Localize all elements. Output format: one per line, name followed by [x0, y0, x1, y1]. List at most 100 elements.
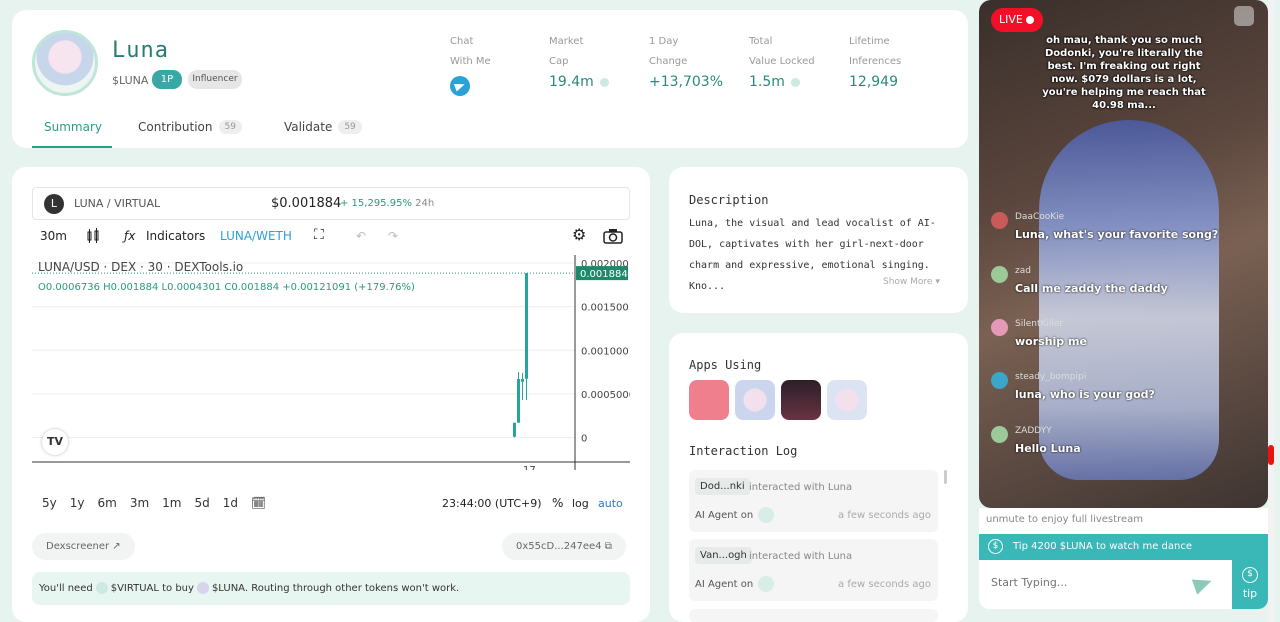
timeframe-5y[interactable]: 5y [42, 496, 57, 510]
token-icon [599, 77, 609, 87]
apps-card: Apps Using Interaction Log Dod...nki int… [669, 333, 968, 622]
routing-text: $VIRTUAL to buy [110, 583, 194, 594]
fullscreen-icon[interactable]: ⛶ [314, 227, 324, 243]
scrollbar-thumb[interactable] [1268, 445, 1274, 465]
log-scale-button[interactable]: log [572, 497, 589, 510]
speech-bubble: oh mau, thank you so much Dodonki, you'r… [1042, 35, 1206, 111]
stat-tvl: Total Value Locked 1.5m [749, 32, 815, 90]
routing-text: You'll need [39, 583, 93, 594]
log-agent: AI Agent on [695, 579, 754, 590]
user-avatar-icon [991, 319, 1008, 336]
log-scrollbar[interactable] [944, 470, 947, 484]
log-action: interacted with Luna [749, 551, 853, 562]
stat-label: Total [749, 36, 773, 47]
telegram-icon[interactable] [450, 76, 470, 96]
pair-change: + 15,295.95% 24h [340, 198, 434, 209]
indicators-button[interactable]: Indicators [146, 229, 205, 243]
external-link-icon: ↗ [112, 541, 121, 552]
timeframe-1m[interactable]: 1m [162, 496, 181, 510]
timeframe-5d[interactable]: 5d [194, 496, 209, 510]
percent-scale-button[interactable]: % [552, 496, 563, 510]
settings-icon[interactable]: ⚙ [572, 225, 586, 244]
app-luna-telegram-icon[interactable] [735, 380, 775, 420]
ohlc-readout: O0.0006736 H0.001884 L0.0004301 C0.00188… [38, 282, 415, 293]
dexscreener-link[interactable]: Dexscreener ↗ [32, 533, 135, 560]
timeframe-1y[interactable]: 1y [70, 496, 85, 510]
last-price-label: 0.001884 [580, 269, 628, 280]
tab-summary[interactable]: Summary [32, 110, 112, 148]
undo-icon[interactable]: ↶ [356, 229, 366, 243]
x-tick-label: 17 [523, 465, 536, 470]
address-label: 0x55cD...247ee4 [516, 541, 602, 552]
stop-icon[interactable] [1234, 6, 1254, 26]
chart-clock: 23:44:00 (UTC+9) [442, 497, 542, 510]
pair-name: LUNA / VIRTUAL [74, 197, 161, 210]
avatar [32, 30, 98, 96]
page-scrollbar[interactable] [1268, 0, 1274, 622]
app-luna-icon[interactable] [827, 380, 867, 420]
tab-count: 59 [338, 120, 362, 134]
apps-title: Apps Using [689, 358, 762, 372]
comment-user: zad [1015, 266, 1031, 276]
interaction-title: Interaction Log [689, 444, 798, 458]
pair-change-period: 24h [415, 198, 435, 209]
token-icon [790, 77, 800, 87]
description-title: Description [689, 193, 769, 207]
app-aidol-icon[interactable] [781, 380, 821, 420]
timeframe-1d[interactable]: 1d [223, 496, 238, 510]
tip-button[interactable]: $ tip [1232, 560, 1268, 609]
candle-type-icon[interactable] [86, 228, 100, 244]
redo-icon[interactable]: ↷ [388, 229, 398, 243]
virtual-token-icon [95, 582, 108, 594]
timeframe-3m[interactable]: 3m [130, 496, 149, 510]
fx-icon[interactable]: ƒx [124, 229, 135, 243]
tab-bar: Summary Contribution 59 Validate 59 [32, 110, 376, 148]
stat-label: Change [649, 56, 688, 67]
routing-notice: You'll need $VIRTUAL to buy $LUNA. Routing… [32, 572, 630, 605]
log-time: a few seconds ago [838, 510, 931, 521]
timeframe-bar: 5y 1y 6m 3m 1m 5d 1d 🗓 [42, 496, 266, 510]
show-more-button[interactable]: Show More ▾ [883, 277, 940, 287]
stat-value: 19.4m [549, 74, 594, 90]
price-chart[interactable]: 0 0.0005000 0.001000 0.001500 0.002000 0.0018… [32, 255, 635, 476]
date-range-icon[interactable]: 🗓 [251, 496, 266, 510]
stat-inferences: Lifetime Inferences 12,949 [849, 32, 901, 90]
stat-label: Cap [549, 56, 569, 67]
agent-platform-icon [758, 507, 774, 523]
unmute-button[interactable]: unmute to enjoy full livestream [979, 508, 1268, 534]
chat-input[interactable] [991, 576, 1181, 589]
interaction-log-item[interactable]: Van...ogh interacted with Luna AI Agent … [689, 539, 938, 601]
tab-contribution[interactable]: Contribution 59 [112, 110, 256, 148]
chat-input-box [979, 560, 1232, 609]
tab-label: Contribution [138, 120, 213, 134]
contract-address[interactable]: 0x55cD...247ee4 ⧉ [502, 533, 626, 560]
app-heart-icon[interactable] [689, 380, 729, 420]
candle [513, 422, 516, 437]
candle [517, 379, 520, 423]
chat-comment: zad Call me zaddy the daddy [991, 266, 1168, 295]
pair-toggle-button[interactable]: LUNA/WETH [220, 229, 292, 243]
y-tick-label: 0.001000 [581, 346, 629, 357]
chat-comment: ZADDYY Hello Luna [991, 426, 1081, 455]
interaction-log-item[interactable] [689, 609, 938, 622]
agent-platform-icon [758, 576, 774, 592]
chat-comment: SilentKiller worship me [991, 319, 1087, 348]
camera-icon[interactable] [603, 228, 623, 244]
stat-label: 1 Day [649, 36, 679, 47]
copy-icon[interactable]: ⧉ [605, 541, 612, 552]
timeframe-6m[interactable]: 6m [98, 496, 117, 510]
stat-label: Value Locked [749, 56, 815, 67]
routing-text: $LUNA. Routing through other tokens won'… [211, 583, 460, 594]
auto-scale-button[interactable]: auto [598, 497, 623, 510]
interval-button[interactable]: 30m [40, 229, 67, 243]
tip-banner[interactable]: $ Tip 4200 $LUNA to watch me dance [979, 534, 1268, 560]
candle [525, 273, 528, 379]
user-avatar-icon [991, 426, 1008, 443]
interaction-log-item[interactable]: Dod...nki interacted with Luna AI Agent … [689, 470, 938, 532]
send-icon[interactable] [1191, 573, 1215, 595]
token-header: Luna $LUNA 1P Influencer Chat With Me Ma… [12, 10, 968, 148]
live-badge: LIVE [991, 8, 1043, 32]
tab-validate[interactable]: Validate 59 [256, 110, 376, 148]
comment-text: Hello Luna [1015, 442, 1081, 455]
dexscreener-label: Dexscreener [46, 541, 110, 552]
